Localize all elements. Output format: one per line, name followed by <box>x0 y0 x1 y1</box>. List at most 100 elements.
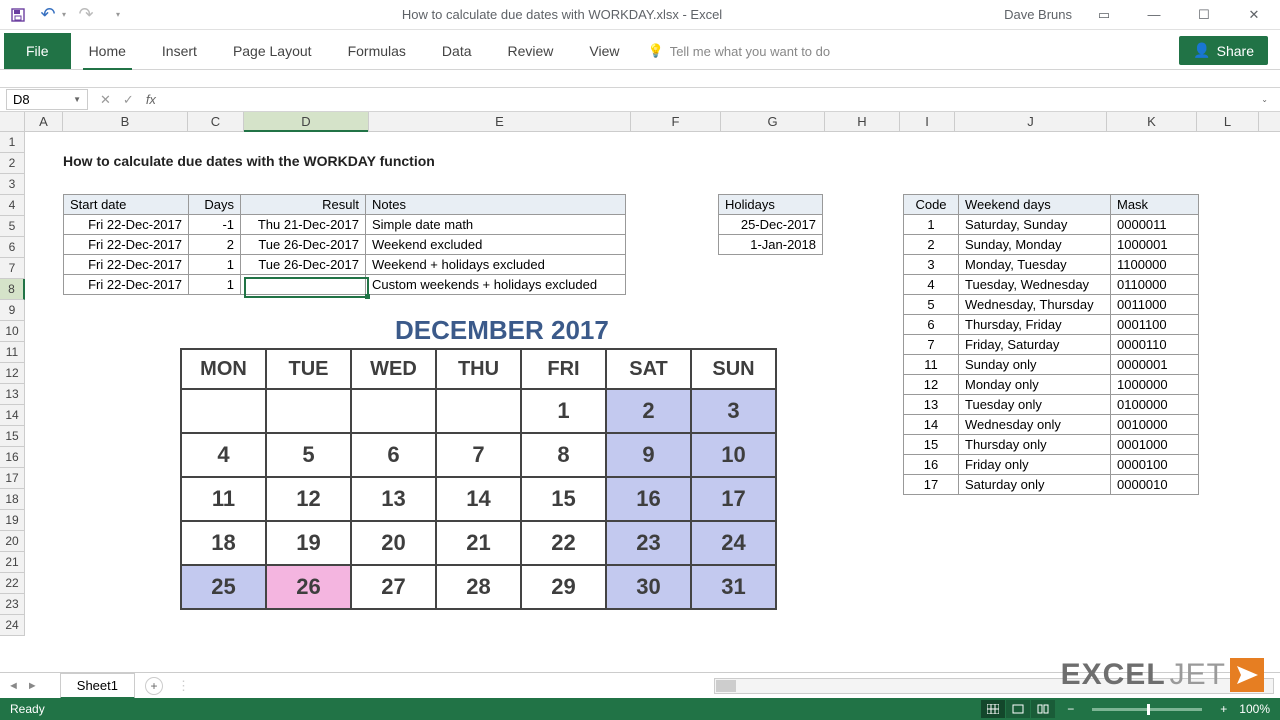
view-normal-icon[interactable] <box>981 700 1005 718</box>
table-cell[interactable]: Fri 22-Dec-2017 <box>64 235 189 255</box>
qat-redo-icon[interactable]: ↷ <box>76 5 96 25</box>
table-row[interactable]: 15Thursday only0001000 <box>904 435 1199 455</box>
sheet-nav-prev-icon[interactable]: ◄ <box>6 680 21 692</box>
maximize-icon[interactable]: ☐ <box>1186 3 1222 27</box>
table-cell[interactable]: 25-Dec-2017 <box>719 215 823 235</box>
ribbon-options-icon[interactable]: ▭ <box>1086 3 1122 27</box>
table-row[interactable]: Fri 22-Dec-2017-1Thu 21-Dec-2017Simple d… <box>64 215 626 235</box>
table-cell[interactable]: 0001100 <box>1111 315 1199 335</box>
table-cell[interactable]: Tue 26-Dec-2017 <box>241 255 366 275</box>
tab-home[interactable]: Home <box>71 33 144 69</box>
tell-me-input[interactable]: 💡Tell me what you want to do <box>638 33 841 69</box>
table-cell[interactable] <box>241 275 366 295</box>
tab-page-layout[interactable]: Page Layout <box>215 33 330 69</box>
table-row[interactable]: 3Monday, Tuesday1100000 <box>904 255 1199 275</box>
table-cell[interactable]: 4 <box>904 275 959 295</box>
table-cell[interactable]: Wednesday only <box>959 415 1111 435</box>
formula-input[interactable] <box>172 90 1255 109</box>
table-cell[interactable]: 1000000 <box>1111 375 1199 395</box>
table-cell[interactable]: Weekend + holidays excluded <box>366 255 626 275</box>
row-header-15[interactable]: 15 <box>0 426 25 447</box>
table-cell[interactable]: Thu 21-Dec-2017 <box>241 215 366 235</box>
table-cell[interactable]: Custom weekends + holidays excluded <box>366 275 626 295</box>
row-header-8[interactable]: 8 <box>0 279 25 300</box>
col-header-K[interactable]: K <box>1107 112 1197 131</box>
col-header-B[interactable]: B <box>63 112 188 131</box>
table-cell[interactable]: 2 <box>189 235 241 255</box>
table-row[interactable]: 16Friday only0000100 <box>904 455 1199 475</box>
table-cell[interactable]: 0000110 <box>1111 335 1199 355</box>
tab-view[interactable]: View <box>571 33 637 69</box>
formula-expand-icon[interactable]: ⌄ <box>1255 95 1274 104</box>
main-table[interactable]: Start dateDaysResultNotes Fri 22-Dec-201… <box>63 194 626 295</box>
row-header-12[interactable]: 12 <box>0 363 25 384</box>
cancel-formula-icon[interactable]: ✕ <box>96 92 115 108</box>
row-header-20[interactable]: 20 <box>0 531 25 552</box>
table-cell[interactable]: 1 <box>904 215 959 235</box>
col-header-H[interactable]: H <box>825 112 900 131</box>
table-cell[interactable]: 0000001 <box>1111 355 1199 375</box>
tab-formulas[interactable]: Formulas <box>330 33 424 69</box>
table-row[interactable]: 17Saturday only0000010 <box>904 475 1199 495</box>
row-header-1[interactable]: 1 <box>0 132 25 153</box>
tab-data[interactable]: Data <box>424 33 490 69</box>
tab-review[interactable]: Review <box>490 33 572 69</box>
table-cell[interactable]: Saturday only <box>959 475 1111 495</box>
table-cell[interactable]: 0011000 <box>1111 295 1199 315</box>
tab-file[interactable]: File <box>4 33 71 69</box>
row-header-24[interactable]: 24 <box>0 615 25 636</box>
table-cell[interactable]: 0000010 <box>1111 475 1199 495</box>
sheet-nav-next-icon[interactable]: ► <box>25 680 40 692</box>
table-cell[interactable]: 0100000 <box>1111 395 1199 415</box>
table-cell[interactable]: 0010000 <box>1111 415 1199 435</box>
row-header-14[interactable]: 14 <box>0 405 25 426</box>
view-page-break-icon[interactable] <box>1031 700 1055 718</box>
table-cell[interactable]: Thursday only <box>959 435 1111 455</box>
table-cell[interactable]: Tue 26-Dec-2017 <box>241 235 366 255</box>
table-cell[interactable]: 13 <box>904 395 959 415</box>
table-cell[interactable]: Fri 22-Dec-2017 <box>64 215 189 235</box>
table-cell[interactable]: 1 <box>189 275 241 295</box>
row-header-23[interactable]: 23 <box>0 594 25 615</box>
table-row[interactable]: 14Wednesday only0010000 <box>904 415 1199 435</box>
table-cell[interactable]: 0000011 <box>1111 215 1199 235</box>
col-header-J[interactable]: J <box>955 112 1107 131</box>
table-cell[interactable]: Fri 22-Dec-2017 <box>64 275 189 295</box>
row-header-18[interactable]: 18 <box>0 489 25 510</box>
row-header-11[interactable]: 11 <box>0 342 25 363</box>
table-cell[interactable]: Sunday only <box>959 355 1111 375</box>
table-cell[interactable]: Monday, Tuesday <box>959 255 1111 275</box>
table-row[interactable]: 7Friday, Saturday0000110 <box>904 335 1199 355</box>
col-header-A[interactable]: A <box>25 112 63 131</box>
table-cell[interactable]: 0001000 <box>1111 435 1199 455</box>
table-cell[interactable]: Monday only <box>959 375 1111 395</box>
table-cell[interactable]: Weekend excluded <box>366 235 626 255</box>
share-button[interactable]: 👤Share <box>1179 36 1268 65</box>
table-row[interactable]: 4Tuesday, Wednesday0110000 <box>904 275 1199 295</box>
row-header-3[interactable]: 3 <box>0 174 25 195</box>
table-cell[interactable]: 5 <box>904 295 959 315</box>
col-header-C[interactable]: C <box>188 112 244 131</box>
qat-save-icon[interactable] <box>8 5 28 25</box>
table-cell[interactable]: Friday, Saturday <box>959 335 1111 355</box>
table-row[interactable]: Fri 22-Dec-20171 Custom weekends + holida… <box>64 275 626 295</box>
table-cell[interactable]: 7 <box>904 335 959 355</box>
row-header-22[interactable]: 22 <box>0 573 25 594</box>
table-cell[interactable]: 14 <box>904 415 959 435</box>
close-icon[interactable]: ✕ <box>1236 3 1272 27</box>
add-sheet-icon[interactable]: + <box>145 677 163 695</box>
zoom-in-icon[interactable]: + <box>1216 702 1231 716</box>
table-cell[interactable]: 0000100 <box>1111 455 1199 475</box>
table-cell[interactable]: 1 <box>189 255 241 275</box>
table-cell[interactable]: 1000001 <box>1111 235 1199 255</box>
row-header-21[interactable]: 21 <box>0 552 25 573</box>
col-header-F[interactable]: F <box>631 112 721 131</box>
table-cell[interactable]: 1-Jan-2018 <box>719 235 823 255</box>
table-cell[interactable]: 2 <box>904 235 959 255</box>
table-row[interactable]: 13Tuesday only0100000 <box>904 395 1199 415</box>
row-header-17[interactable]: 17 <box>0 468 25 489</box>
row-header-7[interactable]: 7 <box>0 258 25 279</box>
enter-formula-icon[interactable]: ✓ <box>119 92 138 108</box>
row-header-19[interactable]: 19 <box>0 510 25 531</box>
view-page-layout-icon[interactable] <box>1006 700 1030 718</box>
